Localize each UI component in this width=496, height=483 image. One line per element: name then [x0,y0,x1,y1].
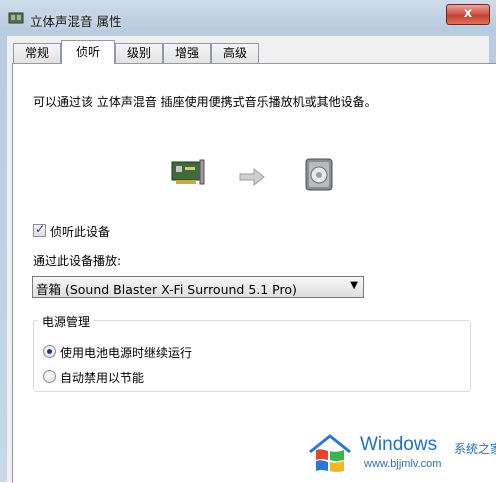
title-bar[interactable]: 立体声混音 属性 x [0,0,496,36]
tab-strip: 常规 侦听 级别 增强 高级 [7,40,489,64]
watermark-url: www.bjjmlv.com [364,458,442,470]
tab-panel [12,63,496,483]
sound-card-icon [171,159,205,185]
listen-checkbox-label[interactable]: 侦听此设备 [50,223,110,240]
watermark: Windows 系统之家 www.bjjmlv.com [306,430,496,478]
radio-continue-on-battery[interactable] [43,345,56,358]
close-button[interactable]: x [446,4,490,25]
watermark-brand: Windows [360,434,438,455]
windows-logo-icon [309,434,351,472]
radio-continue-on-battery-label[interactable]: 使用电池电源时继续运行 [60,344,192,361]
radio-auto-disable-label[interactable]: 自动禁用以节能 [60,369,144,386]
radio-auto-disable[interactable] [43,370,56,383]
playback-device-select[interactable]: 音箱 (Sound Blaster X-Fi Surround 5.1 Pro)… [32,276,364,298]
tab-listen[interactable]: 侦听 [61,40,115,64]
window-title: 立体声混音 属性 [30,14,122,29]
playback-device-label: 通过此设备播放: [33,254,122,268]
playback-device-value: 音箱 (Sound Blaster X-Fi Surround 5.1 Pro) [36,282,297,297]
listen-description: 可以通过该 立体声混音 插座使用便携式音乐播放机或其他设备。 [33,95,377,109]
tab-levels[interactable]: 级别 [115,43,163,63]
tab-enhancements[interactable]: 增强 [163,43,211,63]
speaker-app-icon [8,12,24,24]
speaker-icon [305,158,333,191]
tab-general[interactable]: 常规 [13,43,61,63]
listen-checkbox[interactable]: ✓ [33,222,46,237]
power-management-title: 电源管理 [38,313,95,330]
watermark-cn: 系统之家 [454,442,496,456]
radio-selected-dot [47,349,52,354]
chevron-down-icon: ▼ [350,280,358,291]
check-icon: ✓ [35,222,46,236]
arrow-right-icon [239,168,265,186]
tab-advanced[interactable]: 高级 [211,43,259,63]
